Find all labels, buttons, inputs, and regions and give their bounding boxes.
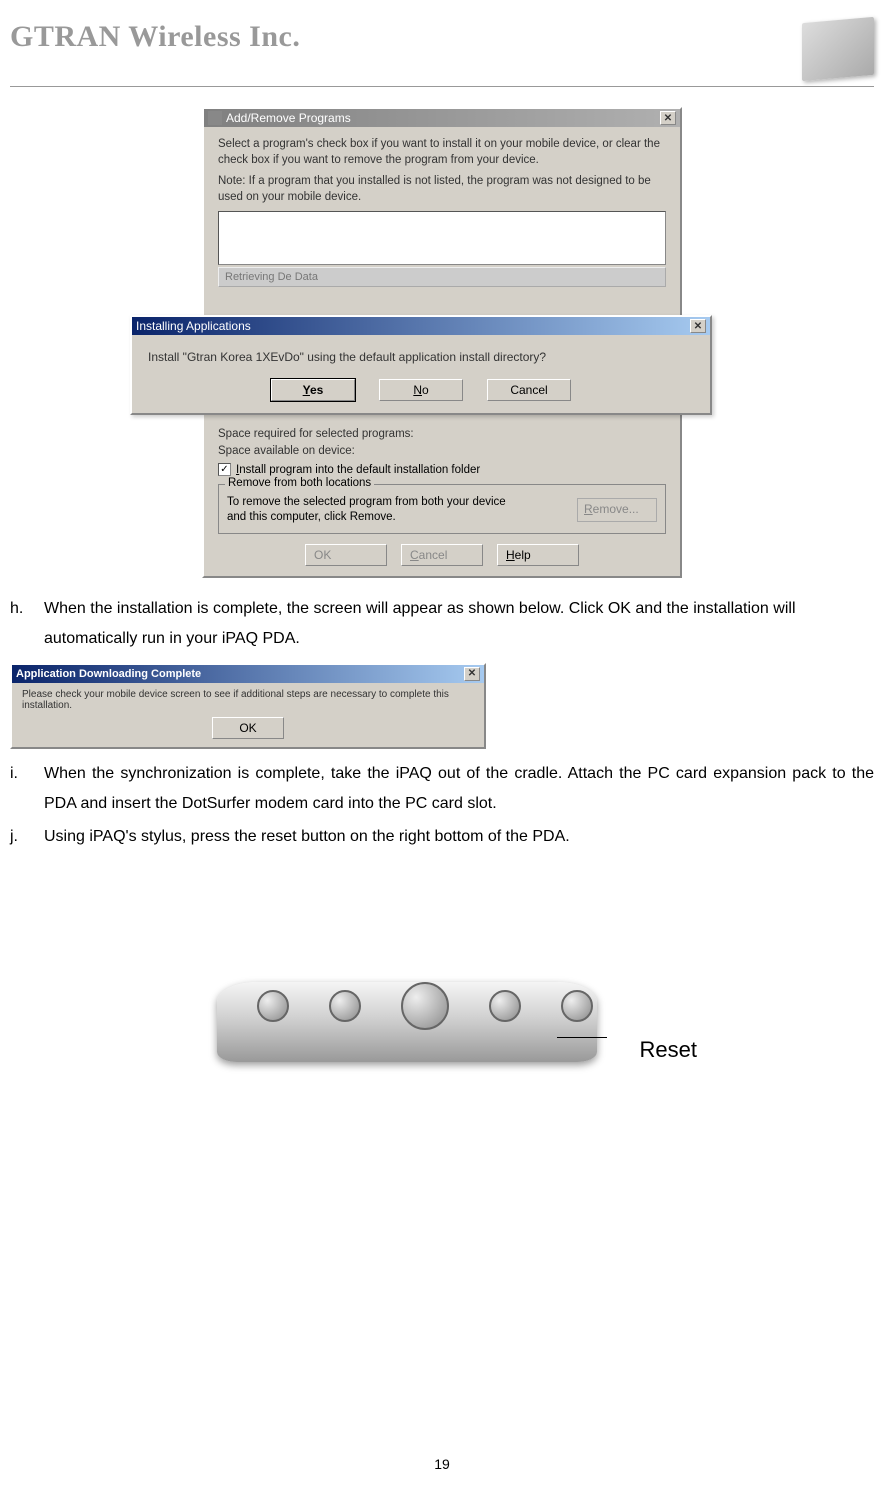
page-header: GTRAN Wireless Inc. [10,20,874,87]
reset-label: Reset [640,1037,697,1063]
no-button[interactable]: No [379,379,463,401]
groupbox-label: Remove from both locations [225,477,374,489]
checkbox[interactable]: ✓ [218,463,231,476]
instruction-text-1: Select a program's check box if you want… [218,137,666,168]
callout-line [557,1037,607,1038]
ipaq-pda-image: Reset [197,882,687,1162]
list-text: Using iPAQ's stylus, press the reset but… [44,822,874,852]
list-marker: j. [10,822,44,852]
program-listbox[interactable] [218,211,666,265]
pda-button [257,990,289,1022]
cancel-button: Cancel [401,544,483,566]
close-icon[interactable]: ✕ [690,319,706,333]
pda-buttons [257,990,593,1030]
pc-card-icon [802,17,874,81]
installing-applications-dialog: Installing Applications ✕ Install "Gtran… [130,315,712,415]
space-required-label: Space required for selected programs: [218,428,666,440]
pda-button [329,990,361,1022]
close-icon[interactable]: ✕ [464,667,480,681]
dialog-text: Please check your mobile device screen t… [22,689,474,711]
page-number: 19 [434,1456,450,1472]
window-title: Add/Remove Programs [226,111,351,125]
pda-button [489,990,521,1022]
list-text: When the synchronization is complete, ta… [44,759,874,820]
list-text: When the installation is complete, the s… [44,594,874,655]
close-icon[interactable]: ✕ [660,111,676,125]
dialog-text: Install "Gtran Korea 1XEvDo" using the d… [148,349,694,365]
ok-button[interactable]: OK [212,717,284,739]
groupbox-text: To remove the selected program from both… [227,495,517,525]
instruction-list-2: i. When the synchronization is complete,… [10,759,874,852]
list-item: j. Using iPAQ's stylus, press the reset … [10,822,874,852]
download-complete-window: Application Downloading Complete ✕ Pleas… [10,663,486,749]
add-remove-programs-window: Add/Remove Programs ✕ Select a program's… [202,107,682,578]
help-button[interactable]: Help [497,544,579,566]
checkbox-label: Install program into the default install… [236,464,480,476]
company-name: GTRAN Wireless Inc. [10,20,300,54]
screenshot-2-container: Application Downloading Complete ✕ Pleas… [10,663,874,749]
space-available-label: Space available on device: [218,445,666,457]
list-item: i. When the synchronization is complete,… [10,759,874,820]
list-marker: h. [10,594,44,655]
ok-button: OK [305,544,387,566]
list-item: h. When the installation is complete, th… [10,594,874,655]
default-folder-checkbox-row: ✓ Install program into the default insta… [218,463,666,476]
pda-button [561,990,593,1022]
ipaq-image-container: Reset [10,882,874,1162]
pda-dpad [401,982,449,1030]
window-titlebar: Application Downloading Complete ✕ [12,665,484,683]
yes-button[interactable]: Yes [271,379,355,401]
window-titlebar: Add/Remove Programs ✕ [204,109,680,127]
retrieving-bar: Retrieving De Data [218,267,666,287]
screenshot-1-container: Add/Remove Programs ✕ Select a program's… [10,107,874,578]
instruction-list: h. When the installation is complete, th… [10,594,874,655]
instruction-text-2: Note: If a program that you installed is… [218,174,666,205]
remove-groupbox: Remove from both locations To remove the… [218,484,666,534]
cancel-button[interactable]: Cancel [487,379,571,401]
dialog-titlebar: Installing Applications ✕ [132,317,710,335]
dialog-title: Installing Applications [136,319,251,333]
window-title: Application Downloading Complete [16,668,201,680]
list-marker: i. [10,759,44,820]
app-icon [208,111,222,125]
remove-button: Remove... [577,498,657,522]
